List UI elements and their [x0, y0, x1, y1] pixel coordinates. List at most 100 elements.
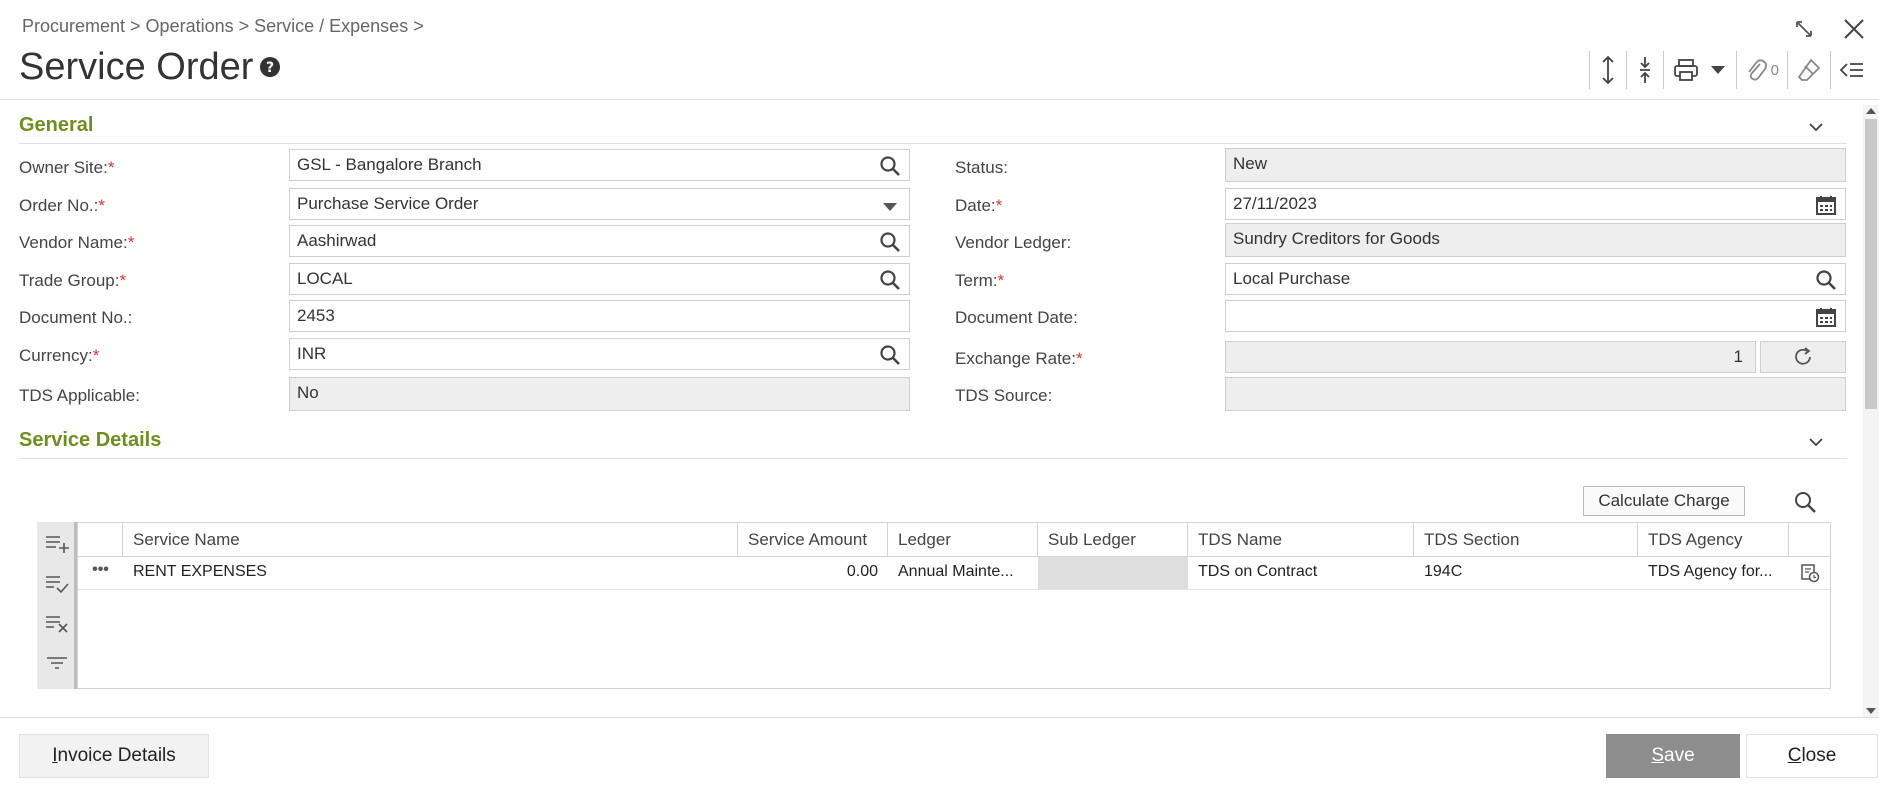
refresh-rate-button[interactable]: [1760, 341, 1846, 373]
document-no-label: Document No.:: [19, 308, 133, 327]
svg-text:?: ?: [266, 60, 274, 76]
tds-applicable-label: TDS Applicable:: [19, 386, 140, 405]
date-value: 27/11/2023: [1233, 194, 1317, 213]
calendar-icon[interactable]: [1815, 306, 1837, 328]
owner-site-value: GSL - Bangalore Branch: [297, 155, 482, 174]
order-no-label: Order No.:*: [19, 196, 105, 215]
check-rows-icon[interactable]: [44, 572, 70, 594]
cell-service-amount[interactable]: 0.00: [738, 557, 888, 589]
vendor-name-value: Aashirwad: [297, 231, 377, 250]
column-header[interactable]: TDS Agency: [1638, 523, 1789, 557]
currency-value: INR: [297, 344, 327, 363]
breadcrumb[interactable]: Procurement > Operations > Service / Exp…: [22, 16, 424, 37]
status-value: New: [1233, 154, 1268, 173]
column-header[interactable]: Ledger: [888, 523, 1038, 557]
search-icon[interactable]: [879, 155, 901, 177]
tds-applicable-field: No: [289, 377, 910, 411]
date-label: Date:*: [955, 196, 1003, 215]
eraser-icon[interactable]: [1788, 51, 1830, 89]
chevron-down-icon[interactable]: [1807, 118, 1825, 136]
collapse-vertical-icon[interactable]: [1627, 51, 1663, 89]
search-icon[interactable]: [879, 344, 901, 366]
search-icon[interactable]: [879, 231, 901, 253]
table-row[interactable]: ••• RENT EXPENSES 0.00 Annual Mainte... …: [78, 557, 1830, 590]
section-service-details-title[interactable]: Service Details: [19, 429, 161, 452]
document-date-field[interactable]: [1225, 300, 1846, 332]
term-field[interactable]: Local Purchase: [1225, 263, 1846, 295]
owner-site-label: Owner Site:*: [19, 158, 115, 177]
date-field[interactable]: 27/11/2023: [1225, 188, 1846, 220]
column-header[interactable]: Service Name: [123, 523, 738, 557]
column-header[interactable]: TDS Name: [1188, 523, 1414, 557]
vendor-name-label: Vendor Name:*: [19, 233, 135, 252]
term-label: Term:*: [955, 271, 1005, 290]
section-general-title[interactable]: General: [19, 114, 93, 137]
expand-vertical-icon[interactable]: [1590, 51, 1626, 89]
tds-applicable-value: No: [297, 383, 319, 402]
close-button[interactable]: Close: [1746, 734, 1878, 778]
grid-side-toolbar: [37, 522, 77, 689]
chevron-down-icon[interactable]: [1807, 433, 1825, 451]
owner-site-field[interactable]: GSL - Bangalore Branch: [289, 149, 910, 181]
term-value: Local Purchase: [1233, 269, 1351, 288]
cell-service-name[interactable]: RENT EXPENSES: [123, 557, 738, 589]
column-header[interactable]: Service Amount: [738, 523, 888, 557]
add-row-icon[interactable]: [44, 532, 70, 554]
status-field: New: [1225, 148, 1846, 182]
vendor-ledger-field: Sundry Creditors for Goods: [1225, 223, 1846, 257]
save-button[interactable]: Save: [1606, 734, 1740, 778]
currency-field[interactable]: INR: [289, 338, 910, 370]
column-header[interactable]: TDS Section: [1414, 523, 1638, 557]
document-no-value: 2453: [297, 306, 335, 325]
vendor-ledger-label: Vendor Ledger:: [955, 233, 1072, 252]
invoice-details-button[interactable]: Invoice Details: [19, 734, 209, 778]
collapse-panel-icon[interactable]: [1831, 51, 1873, 89]
row-menu-icon[interactable]: •••: [78, 557, 123, 589]
cell-tds-section[interactable]: 194C: [1414, 557, 1638, 589]
tds-source-label: TDS Source:: [955, 386, 1053, 405]
tds-source-field: [1225, 377, 1846, 411]
column-selector: [78, 523, 123, 557]
cell-tds-agency[interactable]: TDS Agency for...: [1638, 557, 1789, 589]
grid-header: Service Name Service Amount Ledger Sub L…: [78, 523, 1830, 557]
status-label: Status:: [955, 158, 1008, 177]
search-icon[interactable]: [1793, 490, 1817, 514]
trade-group-label: Trade Group:*: [19, 271, 127, 290]
row-detail-icon[interactable]: [1800, 563, 1820, 583]
vendor-name-field[interactable]: Aashirwad: [289, 225, 910, 257]
cell-tds-name[interactable]: TDS on Contract: [1188, 557, 1414, 589]
trade-group-value: LOCAL: [297, 269, 353, 288]
page-title: Service Order: [19, 46, 254, 88]
trade-group-field[interactable]: LOCAL: [289, 263, 910, 295]
service-details-grid: Service Name Service Amount Ledger Sub L…: [77, 522, 1831, 689]
attachment-icon[interactable]: 0: [1737, 51, 1787, 89]
vertical-scrollbar[interactable]: [1863, 105, 1879, 717]
attachment-count: 0: [1770, 61, 1779, 79]
vendor-ledger-value: Sundry Creditors for Goods: [1233, 229, 1440, 248]
search-icon[interactable]: [879, 269, 901, 291]
cell-sub-ledger[interactable]: [1038, 557, 1188, 589]
print-icon[interactable]: [1664, 51, 1708, 89]
document-no-field[interactable]: 2453: [289, 300, 910, 332]
toolbar: 0: [1588, 50, 1873, 90]
chevron-down-icon[interactable]: [879, 197, 901, 219]
exchange-rate-value: 1: [1733, 347, 1743, 366]
document-date-label: Document Date:: [955, 308, 1078, 327]
close-window-icon[interactable]: [1839, 14, 1869, 44]
expand-icon[interactable]: [1789, 14, 1819, 44]
calculate-charge-button[interactable]: Calculate Charge: [1583, 486, 1745, 516]
refresh-icon: [1795, 347, 1811, 365]
help-icon[interactable]: ?: [258, 55, 282, 79]
calendar-icon[interactable]: [1815, 194, 1837, 216]
filter-icon[interactable]: [44, 652, 70, 674]
service-order-window: Procurement > Operations > Service / Exp…: [0, 0, 1879, 793]
cell-ledger[interactable]: Annual Mainte...: [888, 557, 1038, 589]
print-dropdown-icon[interactable]: [1708, 51, 1736, 89]
column-header[interactable]: Sub Ledger: [1038, 523, 1188, 557]
search-icon[interactable]: [1815, 269, 1837, 291]
exchange-rate-label: Exchange Rate:*: [955, 349, 1083, 368]
delete-rows-icon[interactable]: [44, 612, 70, 634]
exchange-rate-field: 1: [1225, 341, 1756, 373]
currency-label: Currency:*: [19, 346, 100, 365]
order-no-select[interactable]: Purchase Service Order: [289, 188, 910, 220]
